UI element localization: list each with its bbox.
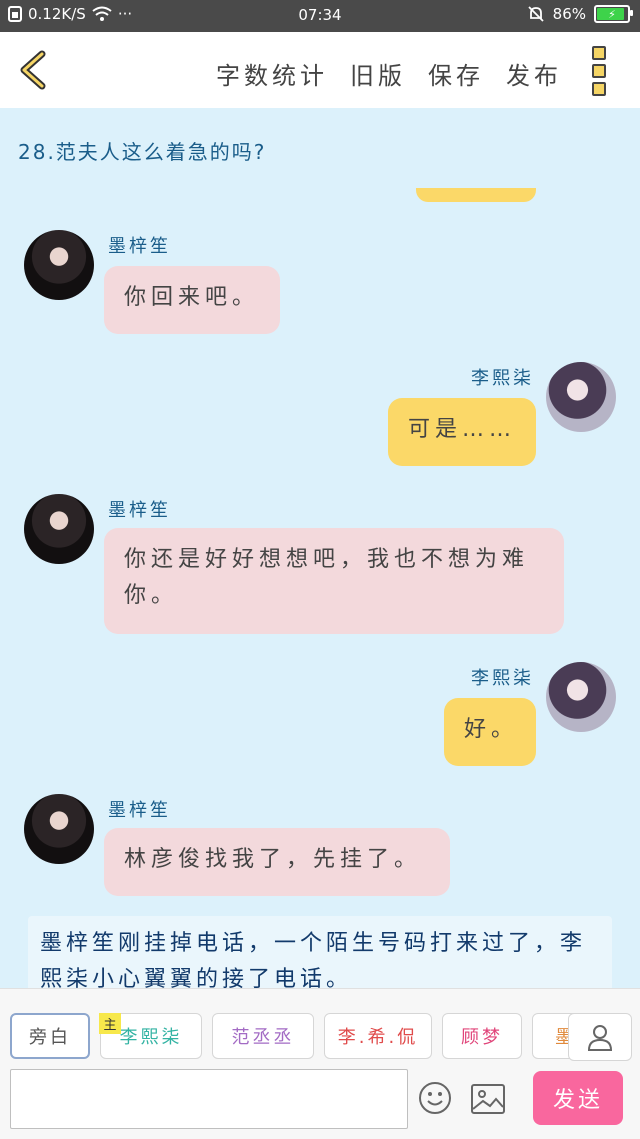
role-narrator[interactable]: 旁白 [10, 1013, 90, 1059]
avatar[interactable] [546, 662, 616, 732]
emoji-icon[interactable] [418, 1081, 452, 1115]
image-icon[interactable] [470, 1083, 506, 1115]
send-button[interactable]: 发送 [533, 1071, 623, 1125]
back-arrow-icon[interactable] [12, 46, 60, 94]
role-label: 旁白 [29, 1027, 71, 1048]
message-bubble[interactable]: 可是…… [388, 398, 536, 466]
battery-icon: ⚡ [594, 5, 633, 23]
bell-icon [528, 6, 544, 22]
editor-header: 字数统计 旧版 保存 发布 [0, 32, 640, 108]
speaker-name: 墨梓笙 [108, 236, 171, 257]
avatar[interactable] [24, 230, 94, 300]
message-bubble[interactable]: 你回来吧。 [104, 266, 280, 334]
role-label: 顾梦 [461, 1027, 503, 1048]
chat-area[interactable]: 28.范夫人这么着急的吗? 墨梓笙 你回来吧。 李熙柒 可是…… 墨梓笙 你还是… [0, 108, 640, 988]
message-bubble[interactable]: 林彦俊找我了，先挂了。 [104, 828, 450, 896]
message-bubble[interactable]: 你还是好好想想吧，我也不想为难你。 [104, 528, 564, 634]
role-fan-chengcheng[interactable]: 范丞丞 [212, 1013, 314, 1059]
save-button[interactable]: 保存 [428, 56, 484, 91]
message-input[interactable] [10, 1069, 408, 1129]
speaker-name: 李熙柒 [471, 368, 534, 389]
role-selector: 旁白 主 李熙柒 范丞丞 李.希.侃 顾梦 墨 [0, 1013, 640, 1061]
narration-block[interactable]: 墨梓笙刚挂掉电话，一个陌生号码打来过了，李熙柒小心翼翼的接了电话。 [28, 916, 612, 988]
avatar[interactable] [24, 494, 94, 564]
avatar[interactable] [24, 794, 94, 864]
role-label: 李.希.侃 [337, 1027, 419, 1048]
partial-bubble [416, 188, 536, 202]
chapter-title: 28.范夫人这么着急的吗? [18, 140, 267, 164]
header-actions: 字数统计 旧版 保存 发布 [216, 56, 562, 91]
publish-button[interactable]: 发布 [506, 56, 562, 91]
avatar[interactable] [546, 362, 616, 432]
role-li-xiqi[interactable]: 主 李熙柒 [99, 1013, 202, 1059]
role-li-xikan[interactable]: 李.希.侃 [324, 1013, 432, 1059]
person-icon[interactable] [568, 1013, 632, 1061]
main-role-badge: 主 [99, 1013, 121, 1034]
composer-panel: 旁白 主 李熙柒 范丞丞 李.希.侃 顾梦 墨 发送 [0, 988, 640, 1139]
speaker-name: 墨梓笙 [108, 800, 171, 821]
speaker-name: 李熙柒 [471, 668, 534, 689]
status-right: 86% ⚡ [527, 5, 633, 23]
role-label: 李熙柒 [119, 1027, 183, 1048]
menu-icon[interactable] [592, 46, 616, 96]
role-gu-meng[interactable]: 顾梦 [442, 1013, 522, 1059]
message-bubble[interactable]: 好。 [444, 698, 536, 766]
word-count-button[interactable]: 字数统计 [216, 56, 328, 91]
role-label: 范丞丞 [231, 1027, 295, 1048]
speaker-name: 墨梓笙 [108, 500, 171, 521]
old-version-button[interactable]: 旧版 [350, 56, 406, 91]
battery-percent: 86% [552, 5, 586, 23]
status-bar: 0.12K/S ··· 07:34 86% ⚡ [0, 0, 640, 32]
